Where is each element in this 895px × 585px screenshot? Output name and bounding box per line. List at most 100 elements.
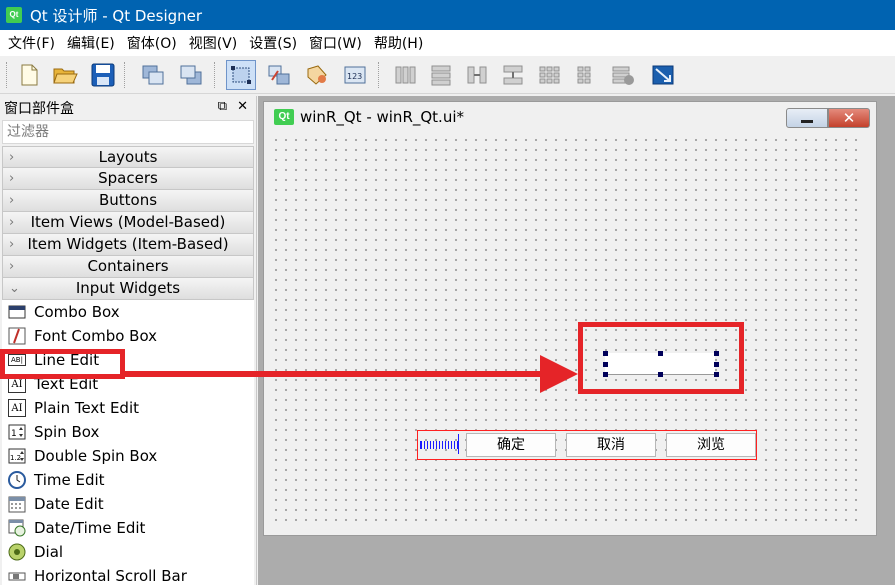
save-icon[interactable] — [88, 60, 118, 90]
list-item-label: Horizontal Scroll Bar — [34, 567, 187, 585]
menu-window[interactable]: 窗口(W) — [303, 33, 368, 53]
list-item-label: Spin Box — [34, 423, 100, 441]
chevron-right-icon: › — [9, 259, 15, 274]
list-item[interactable]: 1.2 Double Spin Box — [2, 444, 254, 468]
category-layouts[interactable]: › Layouts — [2, 146, 254, 168]
qt-logo-icon: Qt — [6, 7, 22, 23]
chevron-down-icon: ⌄ — [9, 281, 20, 296]
toolbar: 123 — [0, 56, 895, 94]
break-layout-icon[interactable] — [608, 60, 638, 90]
close-button[interactable]: ✕ — [828, 108, 870, 128]
list-item[interactable]: Font Combo Box — [2, 324, 254, 348]
list-item[interactable]: AI Plain Text Edit — [2, 396, 254, 420]
adjust-size-icon[interactable] — [648, 60, 678, 90]
list-item-label: Font Combo Box — [34, 327, 158, 345]
menu-help[interactable]: 帮助(H) — [368, 33, 429, 53]
list-item[interactable]: 1 Spin Box — [2, 420, 254, 444]
category-item-views[interactable]: › Item Views (Model-Based) — [2, 212, 254, 234]
float-dock-icon[interactable]: ⧉ — [218, 99, 227, 114]
toolbar-separator — [378, 62, 380, 88]
combo-box-icon — [8, 303, 26, 321]
minimize-icon — [801, 119, 813, 123]
plain-text-edit-icon: AI — [8, 399, 26, 417]
menu-edit[interactable]: 编辑(E) — [61, 33, 121, 53]
dial-icon — [8, 543, 26, 561]
horizontal-spacer[interactable] — [420, 441, 460, 449]
horizontal-scroll-bar-icon — [8, 567, 26, 585]
toolbar-separator — [214, 62, 216, 88]
annotation-target-box — [578, 322, 744, 394]
menu-file[interactable]: 文件(F) — [2, 33, 61, 53]
svg-text:123: 123 — [347, 72, 362, 81]
layout-horizontal-splitter-icon[interactable] — [462, 60, 492, 90]
bring-to-front-icon[interactable] — [138, 60, 168, 90]
new-file-icon[interactable] — [14, 60, 44, 90]
edit-signals-slots-icon[interactable] — [264, 60, 294, 90]
horizontal-spacer-end — [458, 434, 459, 454]
category-item-widgets[interactable]: › Item Widgets (Item-Based) — [2, 234, 254, 256]
form-title: winR_Qt - winR_Qt.ui* — [300, 108, 464, 126]
close-icon: ✕ — [842, 109, 856, 127]
chevron-right-icon: › — [9, 150, 15, 165]
chevron-right-icon: › — [9, 193, 15, 208]
widget-box-dock: 窗口部件盒 ⧉ ✕ 过滤器 › Layouts › Spacers › Buttons… — [0, 96, 257, 585]
qt-logo-icon: Qt — [274, 109, 294, 125]
widget-box-title: 窗口部件盒 — [4, 101, 74, 117]
list-item[interactable]: Combo Box — [2, 300, 254, 324]
edit-buddies-icon[interactable] — [302, 60, 332, 90]
date-time-edit-icon — [8, 519, 26, 537]
date-edit-icon — [8, 495, 26, 513]
edit-tab-order-icon[interactable]: 123 — [340, 60, 370, 90]
menu-bar: 文件(F) 编辑(E) 窗体(O) 视图(V) 设置(S) 窗口(W) 帮助(H… — [0, 30, 895, 56]
toolbar-separator — [6, 62, 8, 88]
send-to-back-icon[interactable] — [176, 60, 206, 90]
annotation-arrow-line — [123, 371, 543, 377]
horizontal-layout[interactable]: 确定 取消 浏览 — [417, 430, 757, 460]
filter-input[interactable]: 过滤器 — [2, 120, 254, 144]
category-input-widgets[interactable]: ⌄ Input Widgets — [2, 278, 254, 300]
input-widgets-list: Combo Box Font Combo Box AB| Line Edit A… — [2, 300, 254, 585]
category-spacers[interactable]: › Spacers — [2, 168, 254, 190]
ok-button[interactable]: 确定 — [466, 433, 556, 457]
layout-form-icon[interactable] — [570, 60, 600, 90]
form-canvas[interactable]: 确定 取消 浏览 — [269, 133, 865, 525]
list-item-label: Dial — [34, 543, 64, 561]
mdi-area: Qt winR_Qt - winR_Qt.ui* ✕ 确定 取消 浏览 — [258, 96, 895, 585]
annotation-highlight-box — [0, 349, 125, 379]
list-item-label: Time Edit — [34, 471, 105, 489]
window-title: Qt 设计师 - Qt Designer — [30, 6, 203, 25]
list-item[interactable]: Time Edit — [2, 468, 254, 492]
browse-button[interactable]: 浏览 — [666, 433, 756, 457]
cancel-button[interactable]: 取消 — [566, 433, 656, 457]
list-item[interactable]: Dial — [2, 540, 254, 564]
annotation-arrow-head — [540, 355, 578, 393]
spin-box-icon: 1 — [8, 423, 26, 441]
time-edit-icon — [8, 471, 26, 489]
svg-text:1: 1 — [11, 429, 17, 439]
list-item[interactable]: Horizontal Scroll Bar — [2, 564, 254, 585]
form-title-bar[interactable]: Qt winR_Qt - winR_Qt.ui* ✕ — [264, 102, 876, 132]
list-item-label: Plain Text Edit — [34, 399, 139, 417]
minimize-button[interactable] — [786, 108, 828, 128]
close-dock-icon[interactable]: ✕ — [237, 99, 248, 114]
layout-horizontal-icon[interactable] — [390, 60, 420, 90]
list-item-label: Date Edit — [34, 495, 104, 513]
layout-grid-icon[interactable] — [534, 60, 564, 90]
menu-settings[interactable]: 设置(S) — [243, 33, 303, 53]
chevron-right-icon: › — [9, 237, 15, 252]
list-item-label: Combo Box — [34, 303, 120, 321]
list-item-label: Double Spin Box — [34, 447, 158, 465]
edit-widgets-icon[interactable] — [226, 60, 256, 90]
menu-form[interactable]: 窗体(O) — [121, 33, 183, 53]
list-item[interactable]: Date/Time Edit — [2, 516, 254, 540]
open-folder-icon[interactable] — [50, 60, 80, 90]
category-containers[interactable]: › Containers — [2, 256, 254, 278]
category-buttons[interactable]: › Buttons — [2, 190, 254, 212]
layout-vertical-splitter-icon[interactable] — [498, 60, 528, 90]
menu-view[interactable]: 视图(V) — [183, 33, 244, 53]
list-item[interactable]: Date Edit — [2, 492, 254, 516]
list-item-label: Date/Time Edit — [34, 519, 146, 537]
form-window[interactable]: Qt winR_Qt - winR_Qt.ui* ✕ 确定 取消 浏览 — [263, 101, 877, 536]
toolbar-separator — [124, 62, 126, 88]
layout-vertical-icon[interactable] — [426, 60, 456, 90]
